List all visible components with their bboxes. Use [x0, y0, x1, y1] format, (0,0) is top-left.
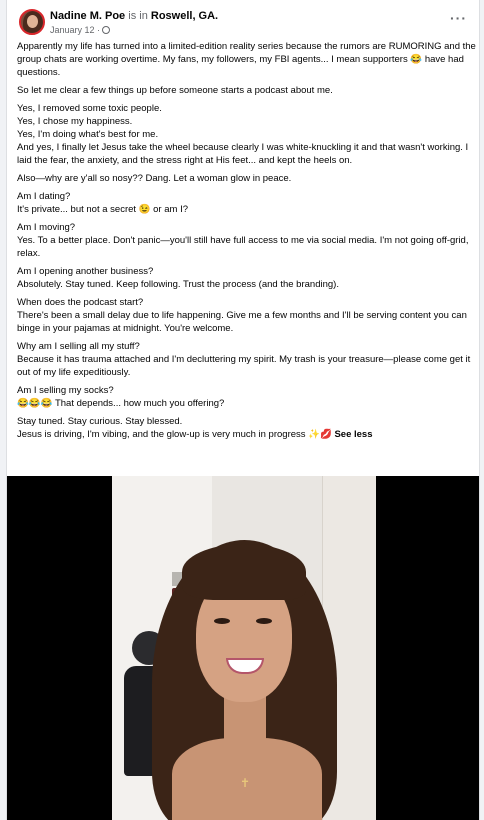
cross-necklace-icon: ✝ — [240, 776, 251, 790]
post-line: Absolutely. Stay tuned. Keep following. … — [17, 279, 339, 290]
location-link[interactable]: Roswell, GA. — [151, 10, 218, 22]
more-options-icon[interactable]: ··· — [450, 10, 467, 26]
post-line: Why am I selling all my stuff? — [17, 341, 140, 352]
post-header: Nadine M. Poe is in Roswell, GA. January… — [7, 0, 479, 44]
post-line: Am I opening another business? — [17, 266, 154, 277]
post-line: Because it has trauma attached and I'm d… — [17, 354, 471, 378]
post-video[interactable]: ✝ — [7, 476, 479, 820]
author-avatar[interactable] — [19, 9, 45, 35]
post-card: Nadine M. Poe is in Roswell, GA. January… — [6, 0, 480, 820]
globe-icon — [102, 26, 111, 34]
author-line: Nadine M. Poe is in Roswell, GA. — [50, 9, 218, 23]
closing-line: Jesus is driving, I'm vibing, and the gl… — [17, 428, 477, 441]
post-line: When does the podcast start? — [17, 297, 144, 308]
post-date[interactable]: January 12 · — [50, 25, 100, 35]
post-body: Apparently my life has turned into a lim… — [17, 40, 477, 446]
post-paragraph: Also—why are y'all so nosy?? Dang. Let a… — [17, 172, 477, 185]
post-line: Also—why are y'all so nosy?? Dang. Let a… — [17, 173, 292, 184]
post-paragraph: Why am I selling all my stuff? Because it… — [17, 340, 477, 379]
post-line: Yes, I removed some toxic people. — [17, 103, 162, 114]
video-frame[interactable]: ✝ — [112, 476, 376, 820]
post-line: Am I dating? — [17, 191, 71, 202]
post-line: It's private... but not a secret 😉 or am… — [17, 204, 188, 215]
post-line: Am I selling my socks? — [17, 385, 114, 396]
post-paragraph: Am I moving? Yes. To a better place. Don'… — [17, 221, 477, 260]
post-paragraph: Am I dating? It's private... but not a se… — [17, 190, 477, 216]
post-line: Yes, I chose my happiness. — [17, 116, 133, 127]
post-paragraph: Am I selling my socks? 😂😂😂 That depends..… — [17, 384, 477, 410]
post-line: Am I moving? — [17, 222, 76, 233]
post-paragraph: When does the podcast start? There's been… — [17, 296, 477, 335]
post-paragraph: Apparently my life has turned into a lim… — [17, 40, 477, 79]
post-line: And yes, I finally let Jesus take the wh… — [17, 142, 469, 166]
post-line: There's been a small delay due to life h… — [17, 310, 467, 334]
post-paragraph: Am I opening another business? Absolutely… — [17, 265, 477, 291]
author-name[interactable]: Nadine M. Poe — [50, 10, 125, 22]
post-line: Yes, I'm doing what's best for me. — [17, 129, 159, 140]
avatar-face — [27, 15, 38, 28]
post-line: Yes. To a better place. Don't panic—you'… — [17, 235, 469, 259]
post-line: 😂😂😂 That depends... how much you offerin… — [17, 398, 225, 409]
closing-text: Jesus is driving, I'm vibing, and the gl… — [17, 429, 332, 440]
person-eye-right — [256, 618, 272, 624]
post-paragraph: So let me clear a few things up before s… — [17, 84, 477, 97]
post-closing: Stay tuned. Stay curious. Stay blessed. J… — [17, 415, 477, 441]
post-line: Apparently my life has turned into a lim… — [17, 41, 476, 78]
person-smile — [226, 658, 264, 674]
person-hair-front — [182, 544, 306, 600]
post-meta: January 12 · — [50, 24, 111, 36]
see-less-link[interactable]: See less — [334, 429, 372, 440]
closing-line: Stay tuned. Stay curious. Stay blessed. — [17, 416, 183, 427]
person-eye-left — [214, 618, 230, 624]
post-paragraph: Yes, I removed some toxic people. Yes, I … — [17, 102, 477, 167]
post-line: So let me clear a few things up before s… — [17, 85, 333, 96]
is-in-label: is in — [128, 10, 148, 22]
